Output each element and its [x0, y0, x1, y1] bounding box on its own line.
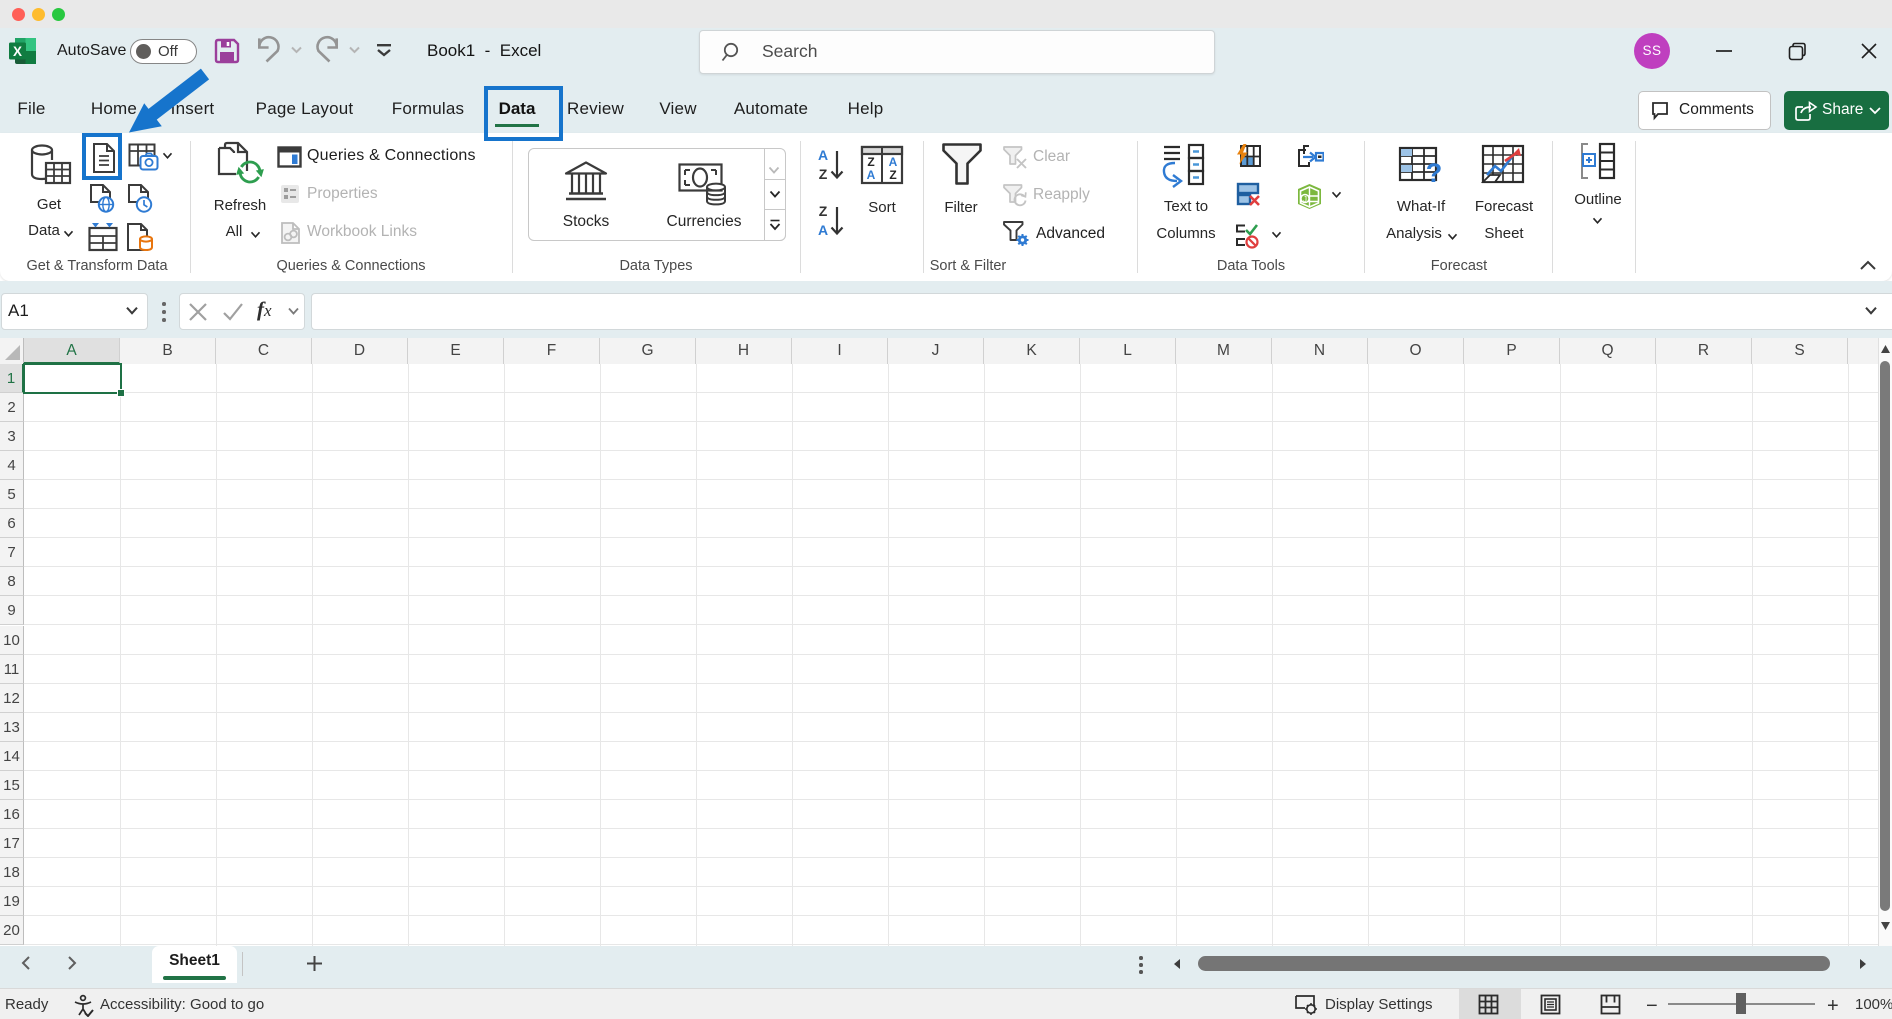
svg-text:?: ?: [1426, 158, 1443, 188]
svg-text:Z: Z: [819, 166, 828, 182]
svg-text:X: X: [13, 44, 22, 59]
svg-text:Z: Z: [867, 155, 874, 169]
svg-text:A: A: [818, 147, 828, 163]
svg-text:Z: Z: [889, 168, 896, 182]
svg-text:A: A: [889, 155, 898, 169]
svg-text:A: A: [818, 222, 828, 238]
svg-text:J: J: [1303, 195, 1307, 204]
svg-text:A: A: [867, 168, 876, 182]
